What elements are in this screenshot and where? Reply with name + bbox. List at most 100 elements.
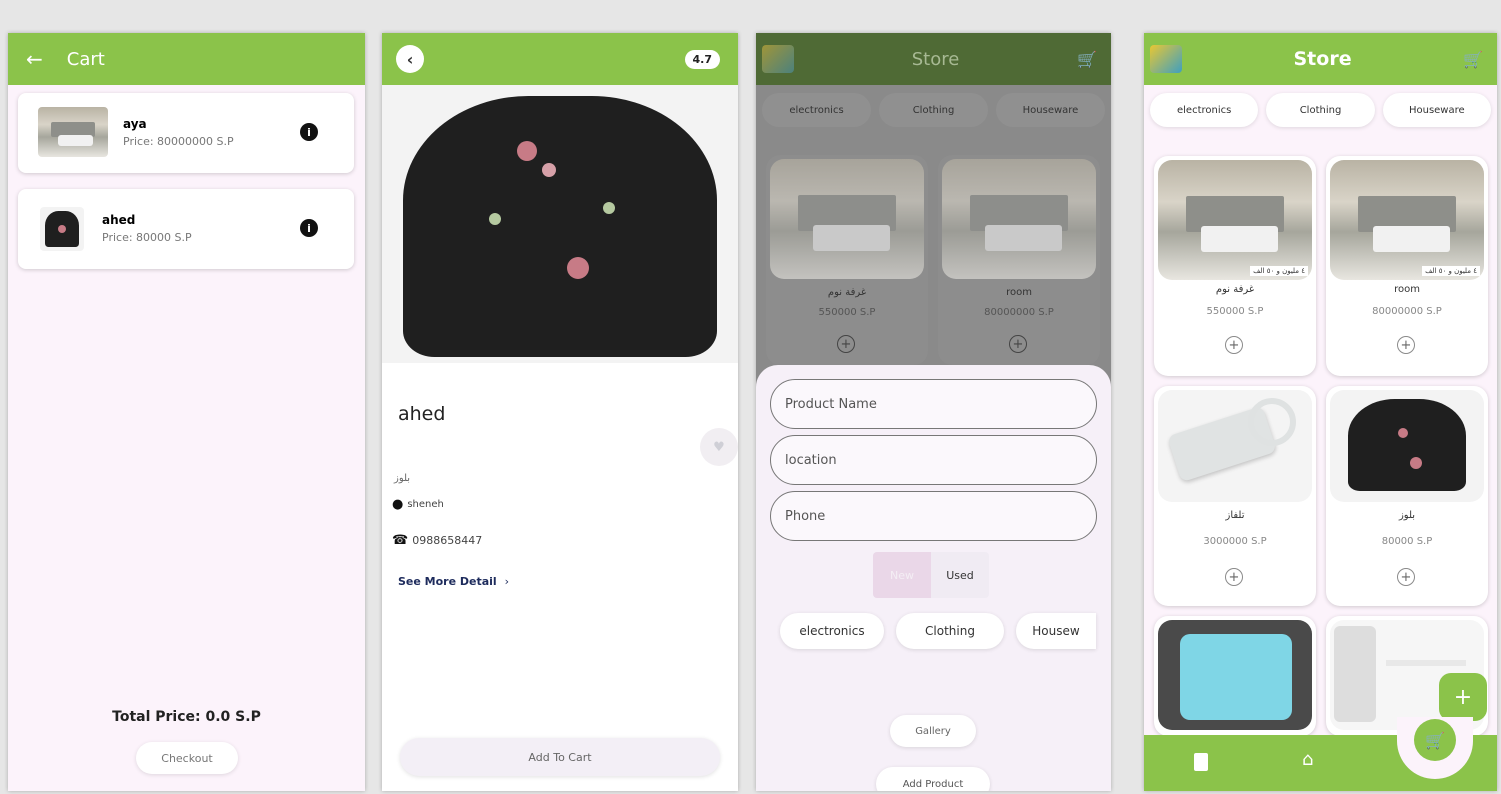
add-product-screen: Store 🛒 electronics Clothing Houseware غ… [756,33,1111,791]
nav-home-icon[interactable]: ⌂ [1302,749,1313,770]
product-image [942,159,1096,279]
product-image [1158,620,1312,730]
product-card[interactable] [1154,616,1316,736]
category-tab[interactable]: Houseware [996,93,1105,127]
product-card[interactable]: ٤ مليون و ٥٠ الف غرفة نوم 550000 S.P + [1154,156,1316,376]
cart-fab[interactable]: 🛒 [1414,719,1456,761]
cart-icon[interactable]: 🛒 [1077,50,1097,69]
product-thumbnail [38,107,108,157]
heart-icon: ♥ [713,439,725,455]
plus-icon: + [1453,684,1473,710]
cart-screen: ← Cart aya Price: 80000000 S.P i ahed Pr… [8,33,365,791]
product-price: 80000000 S.P [1372,306,1442,317]
product-card[interactable]: تلفاز 3000000 S.P + [1154,386,1316,606]
add-circle-icon[interactable]: + [1225,336,1243,354]
add-product-button[interactable]: Add Product [876,767,990,791]
form-category-tab[interactable]: Clothing [896,613,1004,649]
add-circle-icon[interactable]: + [837,335,855,353]
product-name: غرفة نوم [827,287,867,298]
cart-item-name: ahed [102,213,136,227]
store-app-bar: Store 🛒 [1144,33,1497,85]
dimmed-product-card: غرفة نوم 550000 S.P + [766,155,928,365]
back-button[interactable]: ‹ [396,45,424,73]
price-tag: ٤ مليون و ٥٠ الف [1250,266,1308,276]
add-product-fab[interactable]: + [1439,673,1487,721]
add-circle-icon[interactable]: + [1009,335,1027,353]
app-logo [762,45,794,73]
product-image: ٤ مليون و ٥٠ الف [1330,160,1484,280]
detail-app-bar: ‹ 4.7 [382,33,738,85]
product-card[interactable]: ٤ مليون و ٥٠ الف room 80000000 S.P + [1326,156,1488,376]
info-icon[interactable]: i [300,123,318,141]
checkout-button[interactable]: Checkout [136,742,238,774]
form-category-tab[interactable]: Housew [1016,613,1096,649]
add-product-sheet: Product Name location Phone New Used ele… [756,365,1111,791]
category-tab[interactable]: electronics [762,93,871,127]
product-name: room [1006,287,1032,298]
cart-item-price: Price: 80000 S.P [102,231,192,244]
add-to-cart-button[interactable]: Add To Cart [400,738,720,776]
location-pin-icon: ● [392,497,404,512]
condition-used-option[interactable]: Used [931,552,989,598]
category-tab[interactable]: Clothing [879,93,988,127]
price-tag: ٤ مليون و ٥٠ الف [1422,266,1480,276]
store-app-bar-dimmed: Store 🛒 [756,33,1111,85]
phone-icon: ☎ [392,533,409,548]
gallery-button[interactable]: Gallery [890,715,976,747]
product-category: بلوز [394,473,411,484]
category-tab[interactable]: electronics [1150,93,1259,127]
product-phone: 0988658447 [412,534,483,547]
product-name: تلفاز [1225,510,1245,521]
favorite-button[interactable]: ♥ [700,428,738,466]
shopping-cart-icon: 🛒 [1425,730,1445,750]
location-field[interactable]: location [770,435,1097,485]
cart-title: Cart [66,48,105,70]
info-icon[interactable]: i [300,219,318,237]
category-tab[interactable]: Houseware [1382,93,1491,127]
total-price: Total Price: 0.0 S.P [112,709,261,725]
product-card[interactable]: بلوز 80000 S.P + [1326,386,1488,606]
category-tab[interactable]: Clothing [1266,93,1375,127]
add-circle-icon[interactable]: + [1397,568,1415,586]
see-more-label: See More Detail [398,575,497,588]
store-screen: Store 🛒 electronics Clothing Houseware ٤… [1144,33,1497,791]
product-name: ahed [398,403,446,425]
location-placeholder: location [785,452,837,468]
product-location: sheneh [407,499,444,510]
product-detail-screen: ‹ 4.7 ahed ♥ بلوز ● sheneh ☎ 0988658447 … [382,33,738,791]
phone-field[interactable]: Phone [770,491,1097,541]
product-price: 550000 S.P [1206,306,1264,317]
cart-item[interactable]: aya Price: 80000000 S.P i [18,93,354,173]
product-price: 3000000 S.P [1203,536,1267,547]
add-circle-icon[interactable]: + [1397,336,1415,354]
product-price: 550000 S.P [818,307,876,318]
add-circle-icon[interactable]: + [1225,568,1243,586]
rating-badge: 4.7 [684,49,720,69]
product-image [1330,390,1484,502]
app-logo [1150,45,1182,73]
product-price: 80000000 S.P [984,307,1054,318]
phone-row: ☎ 0988658447 [392,533,482,548]
cart-item[interactable]: ahed Price: 80000 S.P i [18,189,354,269]
product-image [1158,390,1312,502]
category-tabs: electronics Clothing Houseware [1144,93,1497,127]
location-row: ● sheneh [392,497,444,512]
condition-toggle: New Used [873,552,989,598]
nav-book-icon[interactable] [1194,753,1208,771]
cart-icon[interactable]: 🛒 [1463,50,1483,69]
condition-new-option[interactable]: New [873,552,931,598]
product-image [770,159,924,279]
see-more-detail-link[interactable]: See More Detail › [398,575,509,588]
product-name-field[interactable]: Product Name [770,379,1097,429]
form-category-tab[interactable]: electronics [780,613,884,649]
product-price: 80000 S.P [1381,536,1433,547]
cart-app-bar: ← Cart [8,33,365,85]
dimmed-product-card: room 80000000 S.P + [938,155,1100,365]
product-name: بلوز [1398,510,1416,521]
dimmed-category-tabs: electronics Clothing Houseware [756,93,1111,127]
chevron-right-icon: › [504,575,509,588]
product-thumbnail [40,207,84,251]
bottom-nav: ⌂ 🛒 [1144,717,1497,791]
back-arrow-icon[interactable]: ← [26,47,43,71]
cart-item-price: Price: 80000000 S.P [123,135,234,148]
